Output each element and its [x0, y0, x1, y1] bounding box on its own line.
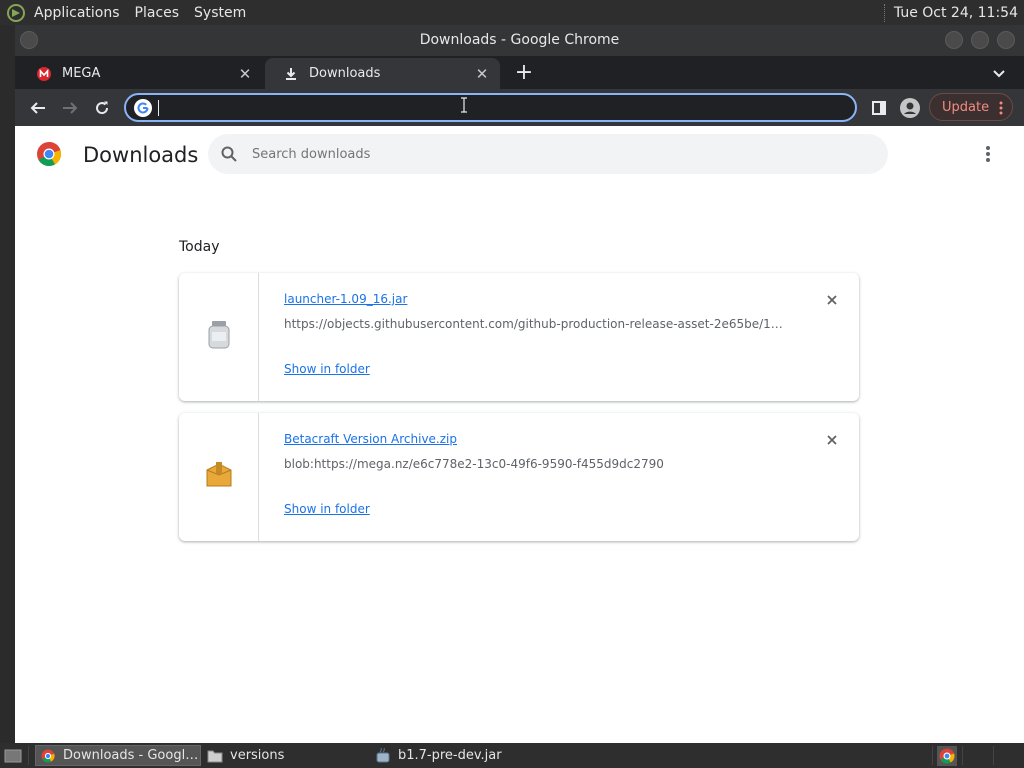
taskbar-separator	[993, 746, 994, 765]
close-window-button[interactable]	[997, 31, 1015, 49]
system-top-panel: Applications Places System Tue Oct 24, 1…	[0, 0, 1024, 25]
jar-file-icon	[207, 320, 231, 354]
maximize-button[interactable]	[971, 31, 989, 49]
taskbar-item-downloads[interactable]: Downloads - Googl…	[35, 745, 201, 766]
google-g-icon	[134, 99, 152, 117]
download-source-url[interactable]: blob:https://mega.nz/e6c778e2-13c0-49f6-…	[284, 457, 784, 471]
remove-download-icon[interactable]	[825, 292, 839, 306]
text-caret	[158, 100, 159, 116]
downloads-page: Downloads Today	[15, 126, 1024, 743]
download-filename-link[interactable]: launcher-1.09_16.jar	[284, 292, 407, 306]
taskbar-item-label: versions	[230, 748, 285, 763]
remove-download-icon[interactable]	[825, 432, 839, 446]
applications-menu[interactable]: Applications	[34, 5, 120, 21]
download-item: Betacraft Version Archive.zip blob:https…	[179, 413, 859, 541]
close-tab-icon[interactable]: ✕	[474, 66, 490, 82]
forward-arrow-icon[interactable]	[60, 98, 80, 118]
chrome-icon	[40, 748, 56, 764]
search-downloads-box[interactable]	[208, 134, 888, 174]
taskbar-separator	[962, 746, 963, 765]
downloads-header: Downloads	[15, 126, 1024, 184]
mate-logo-icon[interactable]	[5, 2, 27, 24]
update-label: Update	[942, 99, 990, 115]
panel-separator	[883, 3, 886, 22]
taskbar-separator	[932, 746, 933, 765]
search-icon	[220, 145, 238, 163]
taskbar-item-jar[interactable]: b1.7-pre-dev.jar	[371, 745, 541, 766]
taskbar-item-label: b1.7-pre-dev.jar	[398, 748, 502, 763]
download-icon	[283, 66, 299, 82]
chrome-logo-icon	[36, 141, 62, 167]
places-menu[interactable]: Places	[135, 5, 180, 21]
tab-title: Downloads	[309, 66, 381, 81]
window-title: Downloads - Google Chrome	[419, 32, 620, 48]
tab-mega[interactable]: MEGA ✕	[18, 58, 263, 89]
taskbar-item-label: Downloads - Googl…	[63, 748, 199, 763]
clock[interactable]: Tue Oct 24, 11:54	[894, 5, 1018, 21]
show-desktop-icon[interactable]	[2, 745, 24, 766]
tab-downloads[interactable]: Downloads ✕	[265, 58, 500, 89]
browser-toolbar: Update	[15, 89, 1024, 126]
tab-title: MEGA	[62, 66, 101, 81]
date-section-label: Today	[179, 239, 220, 255]
folder-icon	[207, 748, 223, 764]
system-menu[interactable]: System	[194, 5, 246, 21]
show-in-folder-link[interactable]: Show in folder	[284, 502, 370, 516]
tab-search-chevron-icon[interactable]	[991, 65, 1007, 81]
mouse-ibeam-cursor-icon	[460, 97, 468, 113]
address-bar[interactable]	[124, 93, 857, 122]
file-icon-column	[179, 413, 259, 541]
profile-avatar-icon[interactable]	[900, 98, 920, 118]
address-input[interactable]	[162, 99, 822, 117]
download-filename-link[interactable]: Betacraft Version Archive.zip	[284, 432, 457, 446]
window-menu-button[interactable]	[20, 31, 38, 49]
minimize-button[interactable]	[945, 31, 963, 49]
tab-strip: MEGA ✕ Downloads ✕ +	[15, 56, 1024, 89]
close-tab-icon[interactable]: ✕	[237, 66, 253, 82]
back-arrow-icon[interactable]	[28, 98, 48, 118]
mega-icon	[36, 66, 52, 82]
tray-chrome-icon[interactable]	[937, 746, 957, 766]
chrome-window: Downloads - Google Chrome MEGA ✕ Downloa…	[15, 25, 1024, 743]
side-panel-icon[interactable]	[869, 98, 889, 118]
file-icon-column	[179, 273, 259, 401]
search-downloads-input[interactable]	[252, 145, 852, 163]
download-source-url[interactable]: https://objects.githubusercontent.com/gi…	[284, 317, 784, 331]
java-icon	[375, 747, 391, 764]
taskbar-item-versions[interactable]: versions	[203, 745, 363, 766]
archive-file-icon	[205, 460, 233, 494]
page-title: Downloads	[83, 143, 199, 167]
taskbar-separator	[28, 746, 29, 765]
new-tab-button[interactable]: +	[513, 62, 535, 85]
bottom-taskbar: Downloads - Googl… versions b1.7-pre-dev…	[0, 743, 1024, 768]
more-actions-icon[interactable]	[983, 144, 993, 164]
download-item: launcher-1.09_16.jar https://objects.git…	[179, 273, 859, 401]
show-in-folder-link[interactable]: Show in folder	[284, 362, 370, 376]
reload-icon[interactable]	[92, 98, 112, 118]
update-button[interactable]: Update	[929, 93, 1013, 121]
chrome-menu-icon[interactable]	[999, 100, 1003, 116]
window-titlebar[interactable]: Downloads - Google Chrome	[15, 25, 1024, 56]
